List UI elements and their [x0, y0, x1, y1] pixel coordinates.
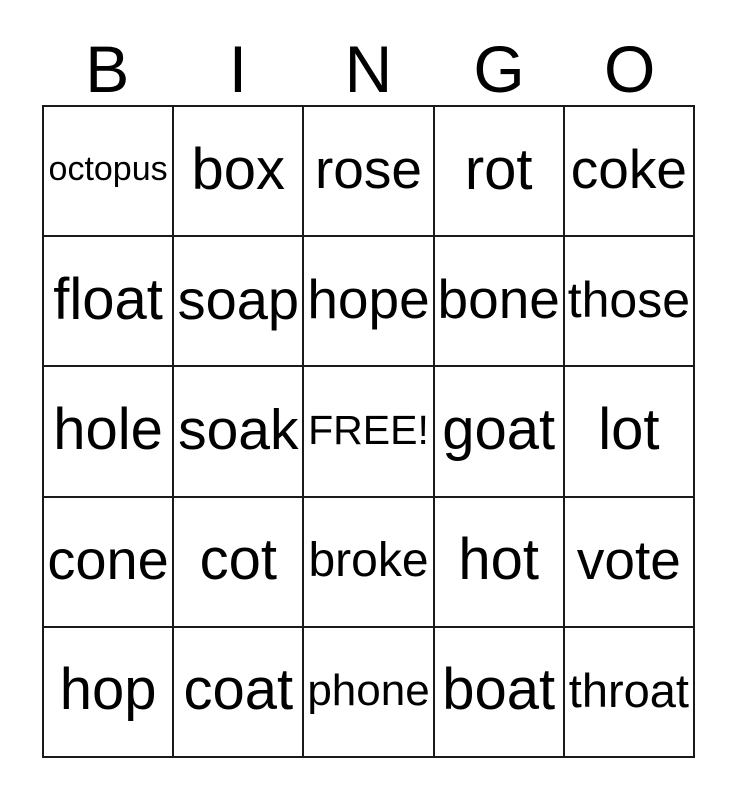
bingo-cell-i4[interactable]: cot — [174, 497, 305, 628]
bingo-cell-g2[interactable]: bone — [434, 237, 565, 368]
bingo-cell-b1[interactable]: octopus — [44, 107, 175, 238]
bingo-cell-label: soak — [178, 397, 299, 462]
bingo-cell-label: vote — [576, 528, 681, 591]
bingo-header-row: B I N G O — [42, 30, 695, 102]
bingo-cell-label: those — [567, 272, 691, 329]
bingo-cell-g5[interactable]: boat — [434, 627, 565, 758]
bingo-free-space-label: FREE! — [308, 406, 429, 453]
header-letter-n: N — [344, 32, 393, 106]
bingo-cell-i1[interactable]: box — [174, 107, 305, 238]
bingo-cell-n4[interactable]: broke — [304, 497, 435, 628]
bingo-cell-label: hop — [59, 657, 157, 723]
bingo-cell-label: phone — [307, 665, 430, 715]
bingo-cell-label: bone — [437, 268, 560, 331]
bingo-card: B I N G O octopus box rose rot coke floa… — [0, 0, 736, 800]
bingo-cell-label: coat — [183, 657, 294, 723]
bingo-cell-o5[interactable]: throat — [564, 627, 695, 758]
bingo-cell-label: octopus — [48, 150, 168, 189]
bingo-cell-label: rose — [314, 138, 422, 201]
bingo-cell-label: float — [53, 266, 163, 332]
bingo-cell-b3[interactable]: hole — [44, 367, 175, 498]
bingo-cell-g4[interactable]: hot — [434, 497, 565, 628]
bingo-cell-o1[interactable]: coke — [564, 107, 695, 238]
bingo-cell-n5[interactable]: phone — [304, 627, 435, 758]
bingo-cell-label: hope — [307, 268, 430, 331]
bingo-cell-label: cone — [47, 528, 169, 592]
bingo-cell-o4[interactable]: vote — [564, 497, 695, 628]
bingo-cell-label: soap — [177, 267, 299, 331]
bingo-cell-i2[interactable]: soap — [174, 237, 305, 368]
bingo-cell-i5[interactable]: coat — [174, 627, 305, 758]
bingo-cell-i3[interactable]: soak — [174, 367, 305, 498]
bingo-cell-label: goat — [442, 397, 556, 463]
header-letter-i: I — [228, 32, 248, 106]
bingo-cell-b2[interactable]: float — [44, 237, 175, 368]
bingo-cell-b5[interactable]: hop — [44, 627, 175, 758]
header-letter-o: O — [604, 32, 656, 106]
bingo-cell-n1[interactable]: rose — [304, 107, 435, 238]
bingo-cell-label: hot — [458, 527, 540, 593]
bingo-cell-label: coke — [570, 138, 687, 201]
bingo-cell-o2[interactable]: those — [564, 237, 695, 368]
bingo-cell-label: cot — [199, 527, 277, 593]
bingo-cell-label: rot — [464, 136, 533, 202]
bingo-cell-b4[interactable]: cone — [44, 497, 175, 628]
bingo-cell-free-space[interactable]: FREE! — [304, 367, 435, 498]
bingo-cell-n2[interactable]: hope — [304, 237, 435, 368]
bingo-grid: octopus box rose rot coke float soap hop… — [42, 105, 695, 758]
bingo-cell-label: boat — [442, 657, 556, 723]
bingo-cell-label: lot — [598, 397, 660, 463]
bingo-cell-label: hole — [53, 397, 163, 463]
bingo-cell-label: broke — [308, 533, 429, 587]
bingo-cell-g1[interactable]: rot — [434, 107, 565, 238]
bingo-cell-o3[interactable]: lot — [564, 367, 695, 498]
header-letter-b: B — [85, 32, 130, 106]
bingo-cell-g3[interactable]: goat — [434, 367, 565, 498]
bingo-cell-label: box — [191, 136, 286, 202]
header-letter-g: G — [473, 32, 525, 106]
bingo-cell-label: throat — [568, 664, 689, 718]
